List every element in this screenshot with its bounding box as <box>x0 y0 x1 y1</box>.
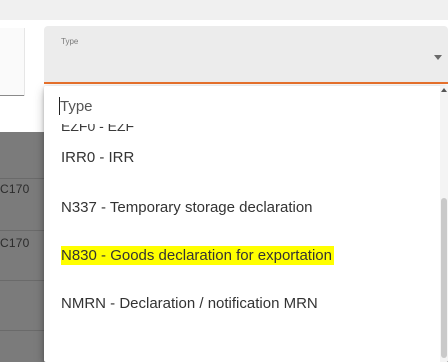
option-n337[interactable]: N337 - Temporary storage declaration <box>44 184 440 232</box>
option-n830[interactable]: N830 - Goods declaration for exportation <box>44 232 440 280</box>
table-cell: C170 <box>0 236 30 250</box>
option-label: IRR0 - IRR <box>61 149 135 166</box>
background-field-underline <box>0 95 24 96</box>
scroll-up-arrow-icon[interactable] <box>441 88 447 92</box>
option-label: N830 - Goods declaration for exportation <box>61 246 334 265</box>
type-dropdown-panel: EZF0 - EZF IRR0 - IRR N337 - Temporary s… <box>44 86 448 362</box>
option-label: NMRN - Declaration / notification MRN <box>61 295 318 312</box>
type-select[interactable]: Type <box>44 26 448 84</box>
text-cursor <box>59 97 60 115</box>
type-filter-input[interactable] <box>60 92 400 120</box>
option-nmrn[interactable]: NMRN - Declaration / notification MRN <box>44 280 440 328</box>
scrollbar-thumb[interactable] <box>441 198 447 358</box>
option-label: N337 - Temporary storage declaration <box>61 199 313 216</box>
page-header-bar <box>0 0 448 20</box>
background-field <box>0 28 25 96</box>
dropdown-scrollbar[interactable] <box>440 86 448 362</box>
type-select-label: Type <box>61 37 79 46</box>
chevron-down-icon[interactable] <box>434 55 442 60</box>
option-irr0[interactable]: IRR0 - IRR <box>44 134 440 182</box>
table-cell: C170 <box>0 182 30 196</box>
